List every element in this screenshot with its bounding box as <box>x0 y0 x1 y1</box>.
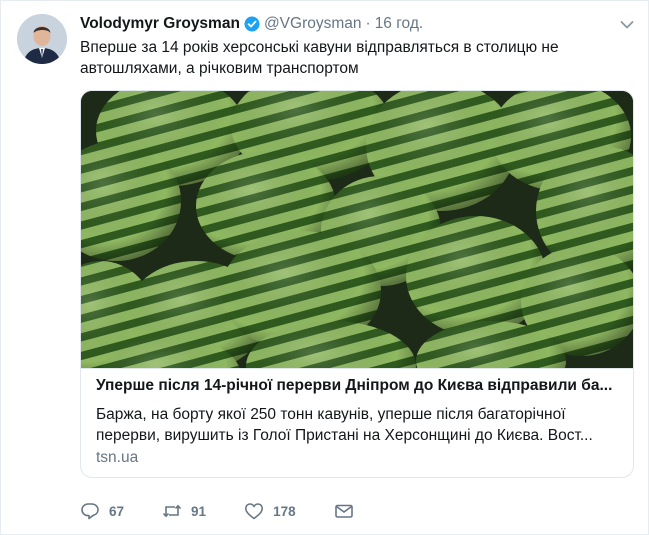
tweet-actions: 67 91 178 <box>80 501 392 521</box>
verified-badge-icon <box>244 16 260 32</box>
avatar[interactable] <box>17 14 67 64</box>
reply-button[interactable]: 67 <box>80 501 124 521</box>
like-icon <box>245 503 264 520</box>
retweet-button[interactable]: 91 <box>162 501 206 521</box>
like-count: 178 <box>273 503 296 519</box>
chevron-down-icon[interactable] <box>620 17 634 29</box>
tweet-text: Вперше за 14 років херсонські кавуни від… <box>80 39 559 77</box>
tweet-header: Volodymyr Groysman @VGroysman · 16 год. <box>80 13 423 35</box>
link-card[interactable]: Уперше після 14-річної перерви Дніпром д… <box>80 90 634 478</box>
separator-dot: · <box>365 15 371 32</box>
direct-message-button[interactable] <box>334 501 354 521</box>
retweet-icon <box>162 504 182 518</box>
reply-icon <box>81 503 99 520</box>
tweet[interactable]: Volodymyr Groysman @VGroysman · 16 год. … <box>0 0 649 535</box>
card-description: Баржа, на борту якої 250 тонн кавунів, у… <box>96 406 593 444</box>
card-image[interactable] <box>81 91 633 368</box>
card-body[interactable]: Уперше після 14-річної перерви Дніпром д… <box>81 368 633 477</box>
card-title[interactable]: Уперше після 14-річної перерви Дніпром д… <box>96 377 621 395</box>
reply-count: 67 <box>109 503 125 519</box>
like-button[interactable]: 178 <box>244 501 296 521</box>
direct-message-icon <box>334 504 353 518</box>
card-domain: tsn.ua <box>96 449 139 466</box>
author-handle[interactable]: @VGroysman <box>264 15 362 33</box>
retweet-count: 91 <box>191 503 207 519</box>
author-name[interactable]: Volodymyr Groysman <box>80 15 240 33</box>
timestamp[interactable]: 16 год. <box>375 15 424 33</box>
